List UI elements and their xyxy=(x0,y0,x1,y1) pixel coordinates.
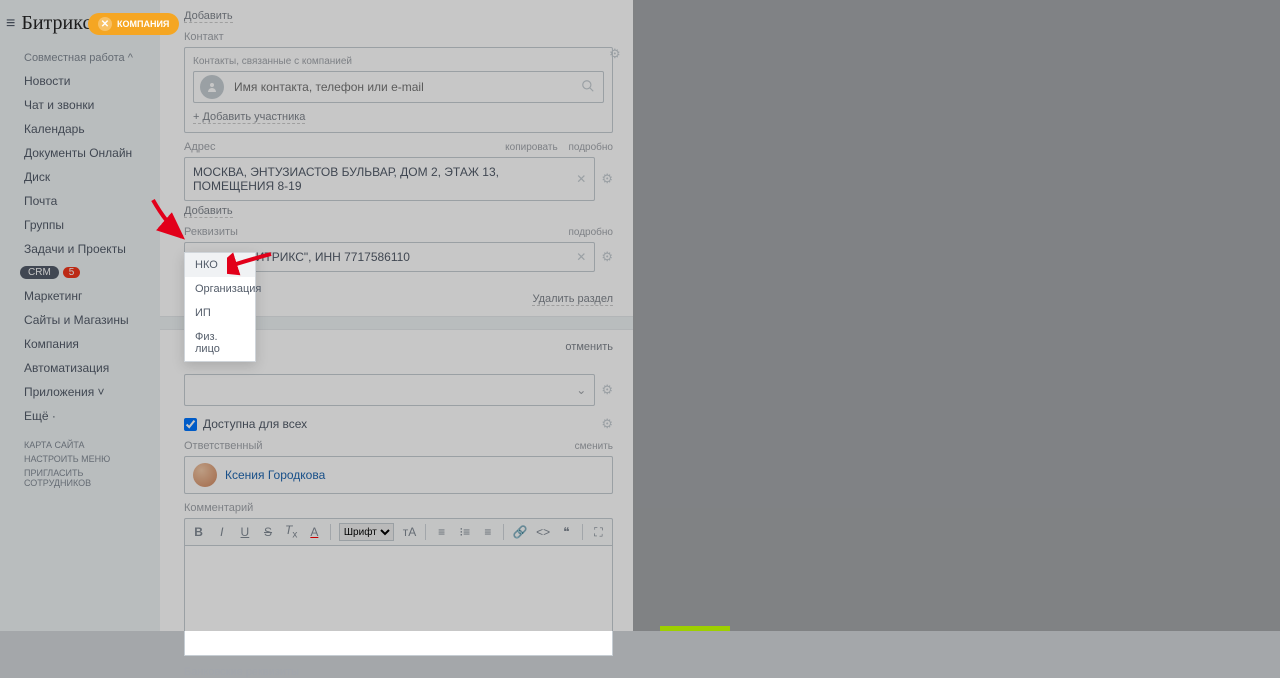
delete-section-link[interactable]: Удалить раздел xyxy=(532,293,613,306)
address-gear-icon[interactable]: ⚙ xyxy=(601,171,613,187)
menu-automation[interactable]: Автоматизация xyxy=(0,356,160,380)
menu-mail[interactable]: Почта xyxy=(0,189,160,213)
address-field[interactable]: МОСКВА, ЭНТУЗИАСТОВ БУЛЬВАР, ДОМ 2, ЭТАЖ… xyxy=(184,157,595,201)
req-clear-icon[interactable]: ✕ xyxy=(568,250,594,264)
address-value: МОСКВА, ЭНТУЗИАСТОВ БУЛЬВАР, ДОМ 2, ЭТАЖ… xyxy=(185,158,568,200)
menu-configure[interactable]: НАСТРОИТЬ МЕНЮ xyxy=(0,452,160,466)
add-participant-link[interactable]: + Добавить участника xyxy=(193,111,305,124)
contact-gear-icon[interactable]: ⚙ xyxy=(609,46,621,62)
dropdown-ip[interactable]: ИП xyxy=(185,301,255,325)
copy-link[interactable]: копировать xyxy=(505,142,558,153)
clear-format-button[interactable]: Tx xyxy=(284,523,299,540)
strike-button[interactable]: S xyxy=(260,525,275,539)
add-link-top[interactable]: Добавить xyxy=(184,10,233,23)
person-icon xyxy=(200,75,224,99)
bank-label: Банковские реквизиты xyxy=(184,666,613,678)
cancel-link[interactable]: отменить xyxy=(565,341,613,353)
responsible-name: Ксения Городкова xyxy=(225,468,325,482)
change-link[interactable]: сменить xyxy=(575,441,613,452)
responsible-label: Ответственный сменить xyxy=(184,440,613,452)
editor-toolbar: B I U S Tx A Шрифт тА ≡ ⁝≡ ≡ 🔗 <> ❝ xyxy=(184,518,613,546)
available-label: Доступна для всех xyxy=(203,417,307,431)
req-label: Реквизиты подробно xyxy=(184,226,613,238)
avatar xyxy=(193,463,217,487)
contact-box: Контакты, связанные с компанией + Добави… xyxy=(184,47,613,133)
detail-link-1[interactable]: подробно xyxy=(568,142,613,153)
menu-invite[interactable]: ПРИГЛАСИТЬ СОТРУДНИКОВ xyxy=(0,466,160,490)
list-ordered-button[interactable]: ≡ xyxy=(434,525,449,539)
chevron-down-icon: ⌄ xyxy=(576,383,586,397)
req-type-dropdown[interactable]: НКО Организация ИП Физ. лицо xyxy=(184,252,256,362)
close-icon[interactable]: ✕ xyxy=(98,17,112,31)
dropdown-fiz[interactable]: Физ. лицо xyxy=(185,325,255,361)
empty-select[interactable]: ⌄ xyxy=(184,374,595,406)
sidebar: ≡ Битрикс Совместная работа ^ Новости Ча… xyxy=(0,0,160,631)
logo: Битрикс xyxy=(21,12,91,35)
dropdown-nko[interactable]: НКО xyxy=(185,253,255,277)
crm-count: 5 xyxy=(63,267,81,278)
menu-sites[interactable]: Сайты и Магазины xyxy=(0,308,160,332)
company-pill[interactable]: ✕ КОМПАНИЯ xyxy=(88,13,179,35)
select-gear-icon[interactable]: ⚙ xyxy=(601,382,613,398)
link-button[interactable]: 🔗 xyxy=(512,525,527,539)
italic-button[interactable]: I xyxy=(214,525,229,539)
menu-section-collab[interactable]: Совместная работа ^ xyxy=(0,47,160,69)
dropdown-org[interactable]: Организация xyxy=(185,277,255,301)
add-address-link[interactable]: Добавить xyxy=(184,205,233,218)
contact-search[interactable] xyxy=(193,71,604,103)
editor-body[interactable] xyxy=(184,546,613,656)
font-select[interactable]: Шрифт xyxy=(339,523,394,541)
menu-marketing[interactable]: Маркетинг xyxy=(0,284,160,308)
align-button[interactable]: ≡ xyxy=(480,525,495,539)
font-size-button[interactable]: тА xyxy=(402,525,417,539)
underline-button[interactable]: U xyxy=(237,525,252,539)
menu-news[interactable]: Новости xyxy=(0,69,160,93)
menu-chat[interactable]: Чат и звонки xyxy=(0,93,160,117)
available-checkbox[interactable] xyxy=(184,418,197,431)
bold-button[interactable]: B xyxy=(191,525,206,539)
quote-button[interactable]: ❝ xyxy=(559,525,574,539)
progress-bar xyxy=(660,626,730,631)
code-button[interactable]: <> xyxy=(536,525,551,539)
hamburger-icon[interactable]: ≡ xyxy=(6,15,15,33)
address-label: Адрес копировать подробно xyxy=(184,141,613,153)
pill-label: КОМПАНИЯ xyxy=(117,19,169,29)
menu-crm[interactable]: CRM 5 xyxy=(0,261,160,284)
comment-label: Комментарий xyxy=(184,502,613,514)
list-bullet-button[interactable]: ⁝≡ xyxy=(457,525,472,539)
menu-apps[interactable]: Приложения ˅ xyxy=(0,380,160,404)
contact-label: Контакт xyxy=(184,31,613,43)
menu-sitemap[interactable]: КАРТА САЙТА xyxy=(0,438,160,452)
menu-tasks[interactable]: Задачи и Проекты xyxy=(0,237,160,261)
detail-link-2[interactable]: подробно xyxy=(568,227,613,238)
crm-badge: CRM xyxy=(20,266,59,279)
search-icon[interactable] xyxy=(573,79,603,96)
expand-button[interactable]: ⛶ xyxy=(591,525,606,540)
contact-input[interactable] xyxy=(230,74,573,100)
menu-disk[interactable]: Диск xyxy=(0,165,160,189)
menu-more[interactable]: Ещё · xyxy=(0,404,160,428)
menu-calendar[interactable]: Календарь xyxy=(0,117,160,141)
contact-sublabel: Контакты, связанные с компанией xyxy=(193,56,604,67)
main-area: Добавить Контакт Контакты, связанные с к… xyxy=(160,0,1280,631)
main-menu: Совместная работа ^ Новости Чат и звонки… xyxy=(0,47,160,490)
menu-groups[interactable]: Группы xyxy=(0,213,160,237)
menu-docs[interactable]: Документы Онлайн xyxy=(0,141,160,165)
available-gear-icon[interactable]: ⚙ xyxy=(601,416,613,432)
req-gear-icon[interactable]: ⚙ xyxy=(601,249,613,265)
color-button[interactable]: A xyxy=(307,525,322,539)
address-clear-icon[interactable]: ✕ xyxy=(568,172,594,186)
menu-company[interactable]: Компания xyxy=(0,332,160,356)
responsible-field[interactable]: Ксения Городкова xyxy=(184,456,613,494)
